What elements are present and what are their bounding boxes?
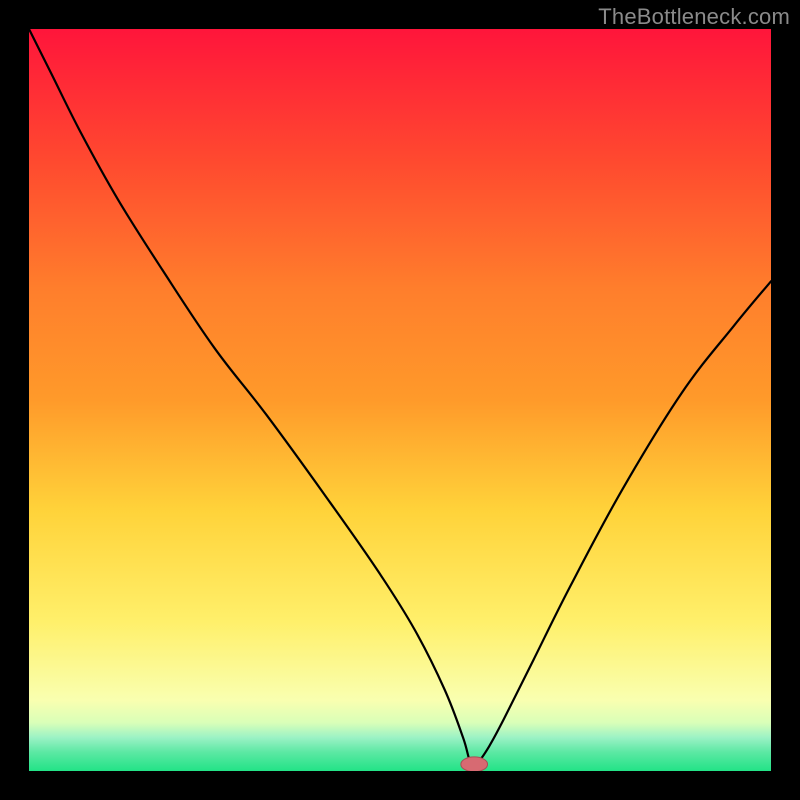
bottleneck-chart — [29, 29, 771, 771]
watermark-text: TheBottleneck.com — [598, 4, 790, 30]
optimal-point-marker — [461, 757, 488, 771]
gradient-background — [29, 29, 771, 771]
plot-area — [29, 29, 771, 771]
chart-frame: TheBottleneck.com — [0, 0, 800, 800]
